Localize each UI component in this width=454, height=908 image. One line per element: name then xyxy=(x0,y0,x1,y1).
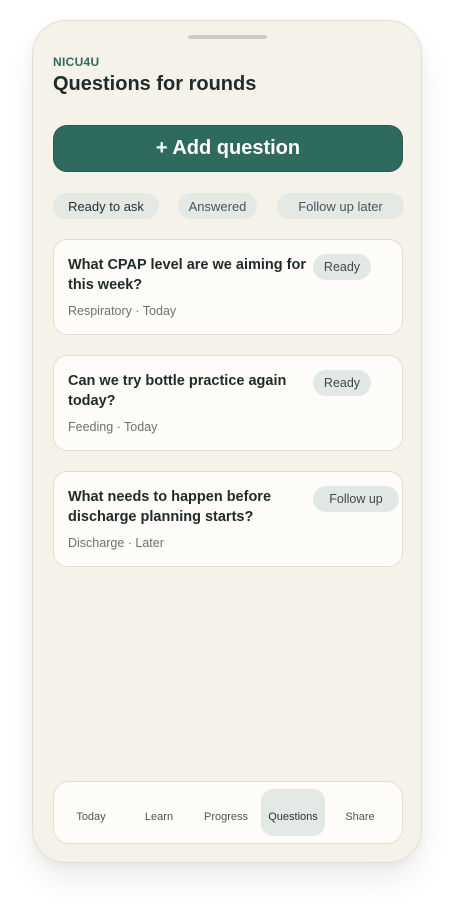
bottom-tab-bar: Today Learn Progress Questions Share xyxy=(53,781,403,844)
phone-frame: NICU4U Questions for rounds + Add questi… xyxy=(32,20,422,863)
status-badge: Follow up xyxy=(313,486,399,512)
tab-share[interactable]: Share xyxy=(328,789,392,836)
question-meta: Discharge · Later xyxy=(68,536,164,550)
question-text: What CPAP level are we aiming for this w… xyxy=(68,257,306,293)
tab-learn[interactable]: Learn xyxy=(127,789,191,836)
question-card[interactable]: What CPAP level are we aiming for this w… xyxy=(53,239,403,335)
tab-questions[interactable]: Questions xyxy=(261,789,325,836)
tab-progress[interactable]: Progress xyxy=(194,789,258,836)
drag-handle xyxy=(188,35,267,39)
status-badge: Ready xyxy=(313,254,371,280)
filter-chip-answered[interactable]: Answered xyxy=(178,193,257,219)
question-text: What needs to happen before discharge pl… xyxy=(68,489,272,525)
filter-chips: Ready to ask Answered Follow up later xyxy=(53,193,413,219)
filter-chip-ready-to-ask[interactable]: Ready to ask xyxy=(53,193,159,219)
question-text: Can we try bottle practice again today? xyxy=(68,373,287,409)
tab-today[interactable]: Today xyxy=(59,789,123,836)
app-brand: NICU4U xyxy=(53,55,100,69)
status-badge: Ready xyxy=(313,370,371,396)
page-title: Questions for rounds xyxy=(53,73,257,95)
question-meta: Respiratory · Today xyxy=(68,304,177,318)
question-card[interactable]: What needs to happen before discharge pl… xyxy=(53,471,403,567)
add-question-button[interactable]: + Add question xyxy=(53,125,403,172)
question-meta: Feeding · Today xyxy=(68,420,158,434)
filter-chip-follow-up-later[interactable]: Follow up later xyxy=(277,193,404,219)
question-card[interactable]: Can we try bottle practice again today? … xyxy=(53,355,403,451)
